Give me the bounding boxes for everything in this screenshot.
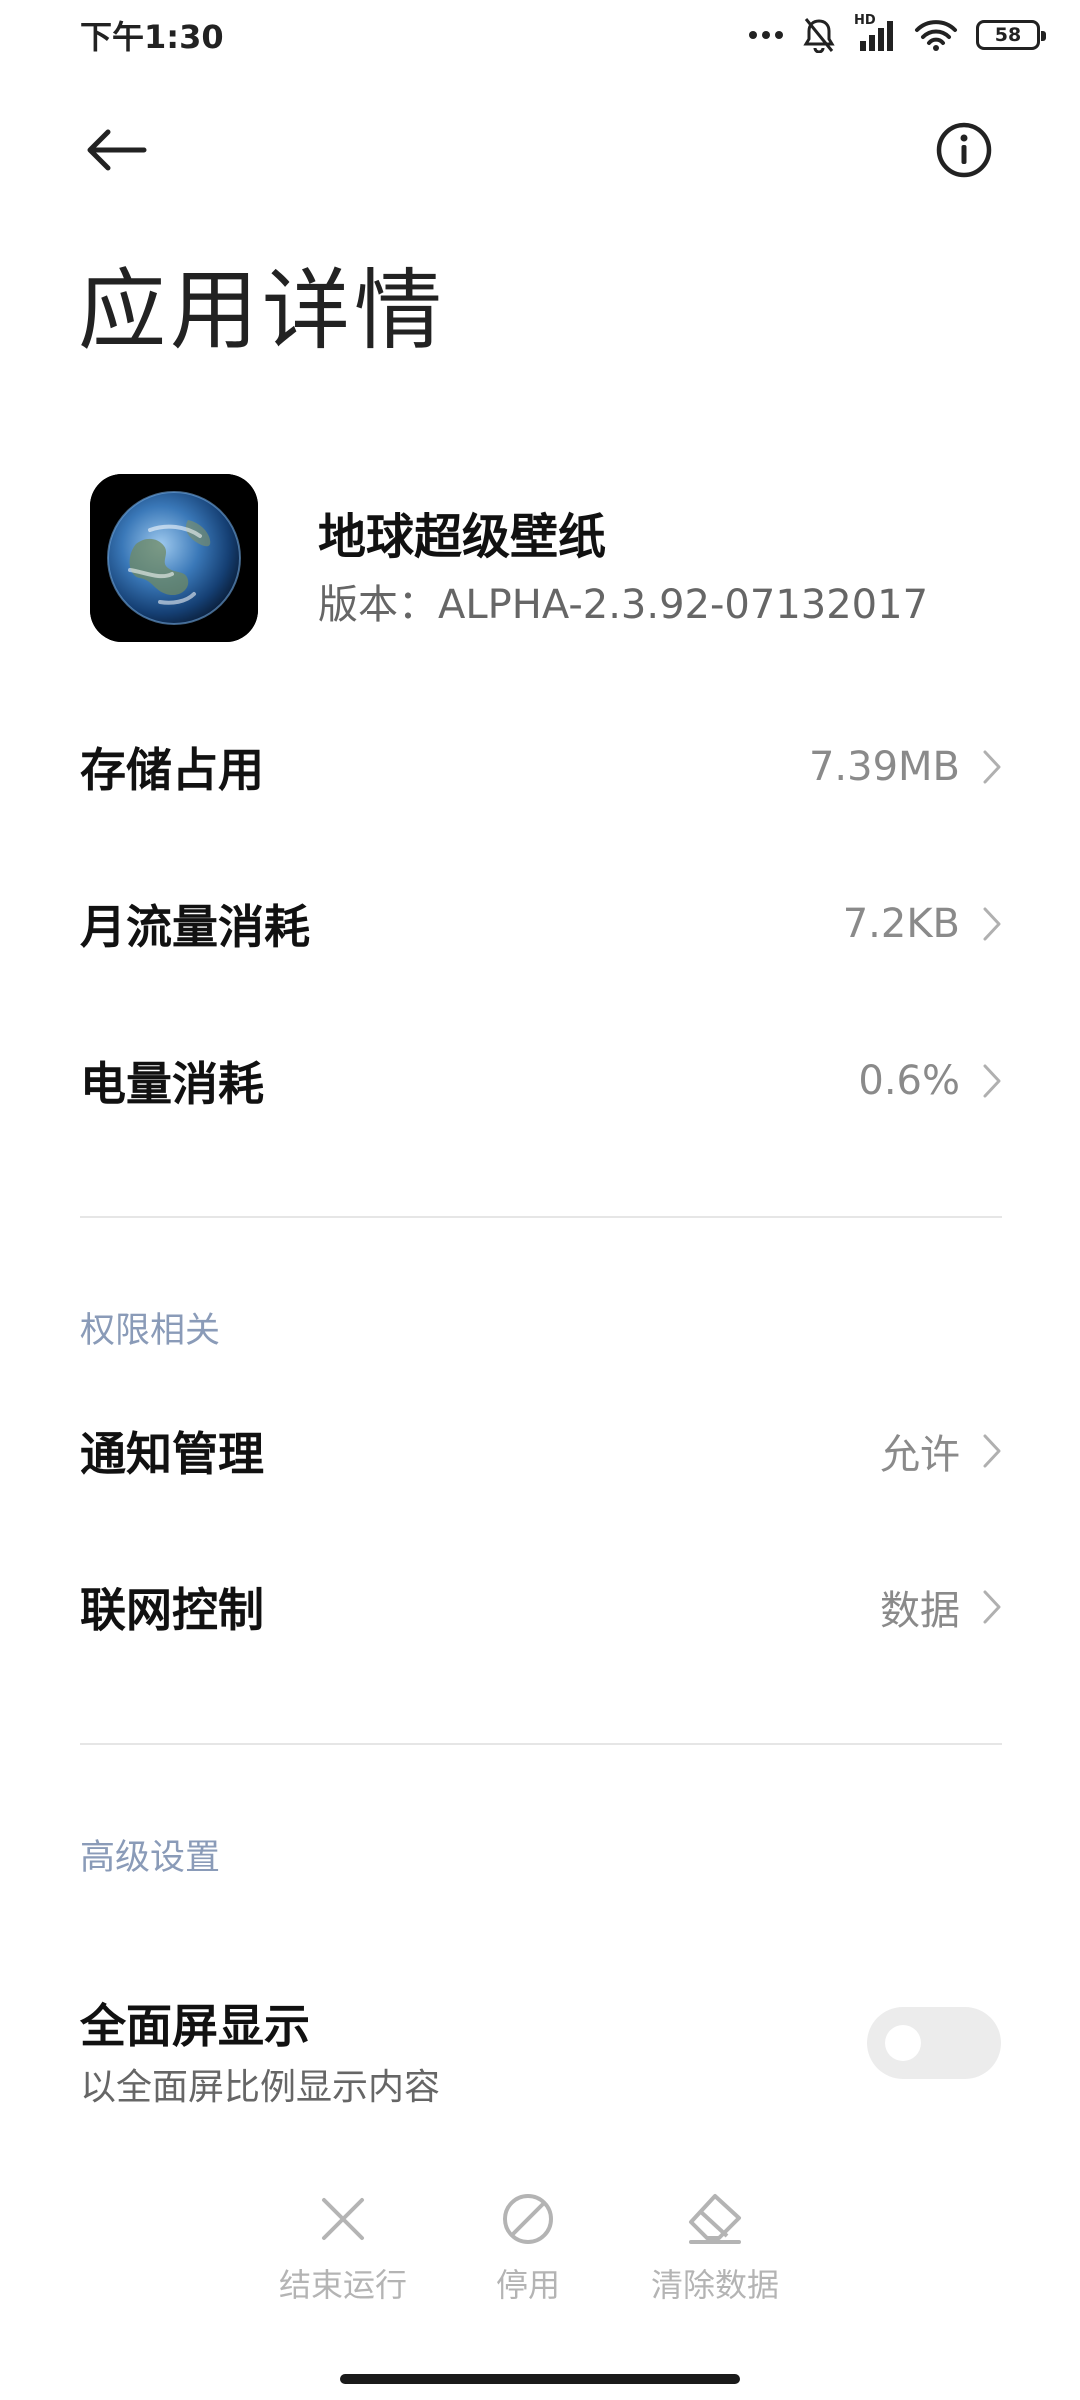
action-label: 停用 — [495, 2266, 560, 2304]
row-label: 存储占用 — [80, 743, 264, 797]
divider — [80, 1743, 1002, 1745]
row-data-usage[interactable]: 月流量消耗 7.2KB — [80, 849, 1002, 999]
action-label: 结束运行 — [278, 2266, 407, 2304]
chevron-right-icon — [983, 907, 1001, 941]
row-right: 数据 — [880, 1578, 1002, 1636]
fullscreen-toggle[interactable] — [867, 2007, 1001, 2079]
divider — [80, 1216, 1002, 1218]
more-dots-icon — [748, 29, 784, 41]
fullscreen-sublabel: 以全面屏比例显示内容 — [80, 2067, 441, 2108]
chevron-right-icon — [983, 1064, 1001, 1098]
app-version: 版本：ALPHA-2.3.92-07132017 — [318, 582, 929, 628]
back-arrow-icon — [87, 129, 147, 171]
status-time: 下午1:30 — [80, 18, 224, 56]
battery-icon: 58 — [976, 20, 1046, 50]
chevron-right-icon — [983, 1434, 1001, 1468]
disable-button[interactable]: 停用 — [443, 2192, 613, 2322]
row-battery-usage[interactable]: 电量消耗 0.6% — [80, 1006, 1002, 1156]
page-title: 应用详情 — [78, 259, 447, 362]
row-notifications[interactable]: 通知管理 允许 — [80, 1376, 1002, 1526]
row-value: 0.6% — [858, 1058, 960, 1104]
app-details-screen: 下午1:30 HD 58 应用详情 地球超级壁纸 版本：ALPHA-2.3.92… — [0, 0, 1080, 2400]
row-label: 电量消耗 — [80, 1057, 264, 1111]
bell-muted-icon — [802, 17, 836, 53]
row-right: 允许 — [880, 1422, 1002, 1480]
disable-icon — [503, 2194, 553, 2244]
info-icon — [936, 122, 992, 178]
row-label: 联网控制 — [80, 1583, 264, 1637]
section-header-permissions: 权限相关 — [80, 1311, 221, 1351]
row-right: 7.39MB — [809, 744, 1002, 790]
clear-data-button[interactable]: 清除数据 — [630, 2192, 800, 2322]
row-label: 月流量消耗 — [80, 900, 310, 954]
fullscreen-label: 全面屏显示 — [80, 1999, 310, 2053]
back-button[interactable] — [78, 112, 154, 188]
info-button[interactable] — [924, 110, 1004, 190]
row-right: 7.2KB — [843, 901, 1002, 947]
home-indicator[interactable] — [340, 2374, 740, 2384]
section-header-advanced: 高级设置 — [80, 1838, 221, 1878]
eraser-icon — [689, 2194, 741, 2244]
row-storage[interactable]: 存储占用 7.39MB — [80, 692, 1002, 842]
row-network-control[interactable]: 联网控制 数据 — [80, 1532, 1002, 1682]
action-label: 清除数据 — [650, 2266, 779, 2304]
status-bar: 下午1:30 HD 58 — [0, 0, 1080, 70]
status-icons: HD 58 — [748, 13, 1046, 53]
app-icon — [90, 474, 258, 642]
signal-hd-icon: HD — [854, 13, 896, 53]
earth-icon — [90, 474, 258, 642]
row-value: 数据 — [880, 1588, 960, 1634]
row-value: 7.39MB — [808, 744, 960, 790]
toggle-knob — [885, 2025, 921, 2061]
wifi-icon — [914, 18, 958, 52]
app-name: 地球超级壁纸 — [318, 509, 607, 565]
force-stop-button[interactable]: 结束运行 — [258, 2192, 428, 2322]
row-label: 通知管理 — [80, 1427, 264, 1481]
chevron-right-icon — [983, 1590, 1001, 1624]
chevron-right-icon — [983, 750, 1001, 784]
row-right: 0.6% — [858, 1058, 1002, 1104]
close-icon — [322, 2198, 364, 2240]
battery-level: 58 — [994, 24, 1022, 46]
row-value: 允许 — [880, 1432, 960, 1478]
row-value: 7.2KB — [842, 901, 960, 947]
